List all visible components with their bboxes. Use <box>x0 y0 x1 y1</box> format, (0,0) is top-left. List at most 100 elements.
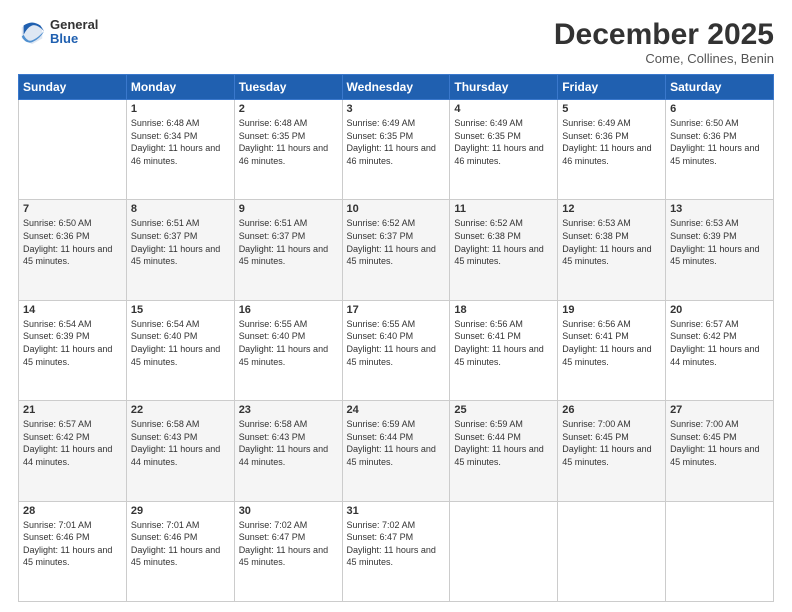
logo-icon <box>18 18 46 46</box>
day-number: 1 <box>131 103 230 115</box>
table-cell <box>558 501 666 601</box>
table-cell: 24 Sunrise: 6:59 AMSunset: 6:44 PMDayligh… <box>342 401 450 501</box>
day-number: 15 <box>131 304 230 316</box>
day-number: 29 <box>131 505 230 517</box>
day-info: Sunrise: 6:55 AMSunset: 6:40 PMDaylight:… <box>347 318 446 368</box>
day-number: 19 <box>562 304 661 316</box>
table-cell: 7Sunrise: 6:50 AMSunset: 6:36 PMDaylight… <box>19 200 127 300</box>
day-number: 23 <box>239 404 338 416</box>
table-cell: 14 Sunrise: 6:54 AMSunset: 6:39 PMDayligh… <box>19 300 127 400</box>
day-number: 12 <box>562 203 661 215</box>
table-cell: 27Sunrise: 7:00 AMSunset: 6:45 PMDayligh… <box>666 401 774 501</box>
day-info: Sunrise: 7:02 AMSunset: 6:47 PMDaylight:… <box>347 519 446 569</box>
day-number: 25 <box>454 404 553 416</box>
table-cell: 15 Sunrise: 6:54 AMSunset: 6:40 PMDayligh… <box>126 300 234 400</box>
logo: General Blue <box>18 18 98 47</box>
day-info: Sunrise: 6:49 AMSunset: 6:36 PMDaylight:… <box>562 117 661 167</box>
logo-text: General Blue <box>50 18 98 47</box>
day-info: Sunrise: 6:55 AMSunset: 6:40 PMDaylight:… <box>239 318 338 368</box>
title-area: December 2025 Come, Collines, Benin <box>554 18 774 66</box>
location: Come, Collines, Benin <box>554 51 774 66</box>
logo-general: General <box>50 18 98 32</box>
day-number: 24 <box>347 404 446 416</box>
day-info: Sunrise: 7:00 AMSunset: 6:45 PMDaylight:… <box>670 418 769 468</box>
day-info: Sunrise: 6:51 AMSunset: 6:37 PMDaylight:… <box>239 217 338 267</box>
col-saturday: Saturday <box>666 75 774 100</box>
day-info: Sunrise: 6:48 AMSunset: 6:35 PMDaylight:… <box>239 117 338 167</box>
day-info: Sunrise: 6:58 AMSunset: 6:43 PMDaylight:… <box>131 418 230 468</box>
table-cell: 31 Sunrise: 7:02 AMSunset: 6:47 PMDayligh… <box>342 501 450 601</box>
day-number: 6 <box>670 103 769 115</box>
day-info: Sunrise: 7:00 AMSunset: 6:45 PMDaylight:… <box>562 418 661 468</box>
day-info: Sunrise: 7:01 AMSunset: 6:46 PMDaylight:… <box>23 519 122 569</box>
day-info: Sunrise: 6:52 AMSunset: 6:38 PMDaylight:… <box>454 217 553 267</box>
col-thursday: Thursday <box>450 75 558 100</box>
day-number: 16 <box>239 304 338 316</box>
day-info: Sunrise: 6:57 AMSunset: 6:42 PMDaylight:… <box>670 318 769 368</box>
table-cell: 11 Sunrise: 6:52 AMSunset: 6:38 PMDayligh… <box>450 200 558 300</box>
table-cell: 2 Sunrise: 6:48 AMSunset: 6:35 PMDaylight… <box>234 100 342 200</box>
table-cell: 23 Sunrise: 6:58 AMSunset: 6:43 PMDayligh… <box>234 401 342 501</box>
day-info: Sunrise: 6:50 AMSunset: 6:36 PMDaylight:… <box>670 117 769 167</box>
day-info: Sunrise: 6:48 AMSunset: 6:34 PMDaylight:… <box>131 117 230 167</box>
col-wednesday: Wednesday <box>342 75 450 100</box>
day-number: 31 <box>347 505 446 517</box>
table-cell: 20 Sunrise: 6:57 AMSunset: 6:42 PMDayligh… <box>666 300 774 400</box>
day-number: 14 <box>23 304 122 316</box>
table-cell: 10 Sunrise: 6:52 AMSunset: 6:37 PMDayligh… <box>342 200 450 300</box>
table-cell <box>666 501 774 601</box>
day-info: Sunrise: 6:52 AMSunset: 6:37 PMDaylight:… <box>347 217 446 267</box>
month-title: December 2025 <box>554 18 774 51</box>
table-cell: 29 Sunrise: 7:01 AMSunset: 6:46 PMDayligh… <box>126 501 234 601</box>
day-info: Sunrise: 6:58 AMSunset: 6:43 PMDaylight:… <box>239 418 338 468</box>
page: General Blue December 2025 Come, Colline… <box>0 0 792 612</box>
day-number: 4 <box>454 103 553 115</box>
calendar-row: 28 Sunrise: 7:01 AMSunset: 6:46 PMDayligh… <box>19 501 774 601</box>
calendar-table: Sunday Monday Tuesday Wednesday Thursday… <box>18 74 774 602</box>
table-cell: 12 Sunrise: 6:53 AMSunset: 6:38 PMDayligh… <box>558 200 666 300</box>
table-cell: 30Sunrise: 7:02 AMSunset: 6:47 PMDayligh… <box>234 501 342 601</box>
day-number: 22 <box>131 404 230 416</box>
day-number: 9 <box>239 203 338 215</box>
table-cell: 26 Sunrise: 7:00 AMSunset: 6:45 PMDayligh… <box>558 401 666 501</box>
col-monday: Monday <box>126 75 234 100</box>
table-cell: 28 Sunrise: 7:01 AMSunset: 6:46 PMDayligh… <box>19 501 127 601</box>
day-info: Sunrise: 6:49 AMSunset: 6:35 PMDaylight:… <box>347 117 446 167</box>
day-info: Sunrise: 6:51 AMSunset: 6:37 PMDaylight:… <box>131 217 230 267</box>
header: General Blue December 2025 Come, Colline… <box>18 18 774 66</box>
day-info: Sunrise: 6:54 AMSunset: 6:39 PMDaylight:… <box>23 318 122 368</box>
day-number: 2 <box>239 103 338 115</box>
table-cell: 21Sunrise: 6:57 AMSunset: 6:42 PMDayligh… <box>19 401 127 501</box>
day-number: 13 <box>670 203 769 215</box>
day-info: Sunrise: 6:54 AMSunset: 6:40 PMDaylight:… <box>131 318 230 368</box>
table-cell: 13Sunrise: 6:53 AMSunset: 6:39 PMDayligh… <box>666 200 774 300</box>
day-number: 8 <box>131 203 230 215</box>
table-cell: 25 Sunrise: 6:59 AMSunset: 6:44 PMDayligh… <box>450 401 558 501</box>
day-number: 11 <box>454 203 553 215</box>
day-number: 17 <box>347 304 446 316</box>
table-cell: 16 Sunrise: 6:55 AMSunset: 6:40 PMDayligh… <box>234 300 342 400</box>
table-cell <box>450 501 558 601</box>
day-info: Sunrise: 6:53 AMSunset: 6:38 PMDaylight:… <box>562 217 661 267</box>
day-number: 28 <box>23 505 122 517</box>
table-cell: 8 Sunrise: 6:51 AMSunset: 6:37 PMDaylight… <box>126 200 234 300</box>
day-info: Sunrise: 7:01 AMSunset: 6:46 PMDaylight:… <box>131 519 230 569</box>
table-cell: 19Sunrise: 6:56 AMSunset: 6:41 PMDayligh… <box>558 300 666 400</box>
table-cell <box>19 100 127 200</box>
day-number: 5 <box>562 103 661 115</box>
day-info: Sunrise: 6:56 AMSunset: 6:41 PMDaylight:… <box>454 318 553 368</box>
table-cell: 3Sunrise: 6:49 AMSunset: 6:35 PMDaylight… <box>342 100 450 200</box>
day-info: Sunrise: 6:59 AMSunset: 6:44 PMDaylight:… <box>347 418 446 468</box>
day-info: Sunrise: 6:50 AMSunset: 6:36 PMDaylight:… <box>23 217 122 267</box>
day-info: Sunrise: 6:57 AMSunset: 6:42 PMDaylight:… <box>23 418 122 468</box>
day-number: 10 <box>347 203 446 215</box>
day-info: Sunrise: 6:59 AMSunset: 6:44 PMDaylight:… <box>454 418 553 468</box>
col-sunday: Sunday <box>19 75 127 100</box>
day-number: 26 <box>562 404 661 416</box>
day-info: Sunrise: 7:02 AMSunset: 6:47 PMDaylight:… <box>239 519 338 569</box>
day-number: 20 <box>670 304 769 316</box>
calendar-row: 1 Sunrise: 6:48 AMSunset: 6:34 PMDaylight… <box>19 100 774 200</box>
table-cell: 17 Sunrise: 6:55 AMSunset: 6:40 PMDayligh… <box>342 300 450 400</box>
col-friday: Friday <box>558 75 666 100</box>
table-cell: 5 Sunrise: 6:49 AMSunset: 6:36 PMDaylight… <box>558 100 666 200</box>
